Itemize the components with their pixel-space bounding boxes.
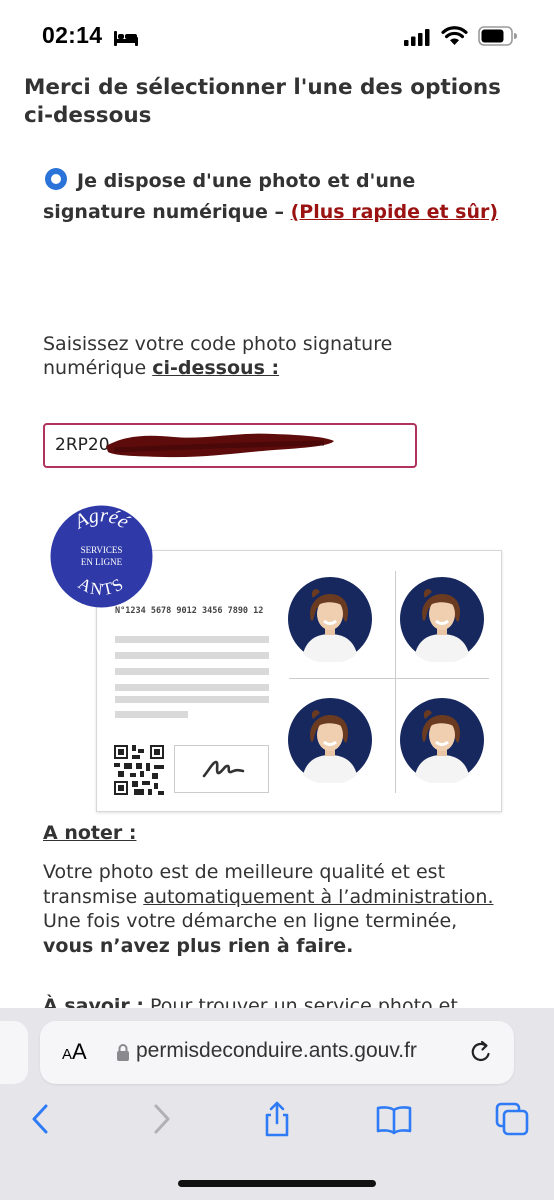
- status-time: 02:14: [42, 22, 103, 48]
- battery-icon: [478, 26, 517, 46]
- bed-icon: [114, 31, 138, 46]
- seal-line1: SERVICES: [81, 545, 123, 555]
- redaction-scribble: [106, 433, 334, 458]
- grid-divider: [395, 571, 396, 793]
- status-bar: 02:14: [0, 0, 554, 72]
- grid-divider: [289, 678, 489, 679]
- portrait-photo-icon: [288, 698, 372, 783]
- back-icon[interactable]: [23, 1101, 59, 1137]
- card-text-line: [115, 696, 269, 703]
- qr-code-icon: [114, 745, 164, 795]
- address-bar[interactable]: AA permisdeconduire.ants.gouv.fr: [40, 1021, 514, 1084]
- note-underlined-text: automatiquement à l’administration.: [143, 885, 494, 908]
- reader-text-size-button[interactable]: AA: [62, 1039, 87, 1065]
- portrait-photo-grid: [288, 551, 503, 813]
- cellular-signal-icon: [404, 29, 430, 46]
- code-prompt-emphasis: ci-dessous :: [152, 357, 280, 379]
- forward-icon[interactable]: [143, 1101, 179, 1137]
- card-text-line: [115, 636, 269, 643]
- tabs-icon[interactable]: [494, 1101, 530, 1137]
- portrait-photo-icon: [288, 577, 372, 662]
- card-text-line: [115, 668, 269, 675]
- code-prompt: Saisissez votre code photo signature num…: [43, 332, 443, 380]
- option-radio-button[interactable]: [45, 168, 67, 190]
- aa-big-letter: A: [72, 1039, 87, 1064]
- signature-box: [174, 745, 269, 793]
- ants-approved-seal: Agréé SERVICES EN LIGNE ANTS: [50, 505, 153, 608]
- note-title: A noter :: [43, 822, 137, 844]
- lock-icon: [117, 1044, 129, 1061]
- portrait-photo-icon: [400, 577, 484, 662]
- wifi-icon: [441, 26, 468, 45]
- faster-safer-link[interactable]: (Plus rapide et sûr): [291, 201, 498, 223]
- reload-icon[interactable]: [468, 1039, 494, 1065]
- aa-small-letter: A: [62, 1046, 73, 1063]
- note-body: Votre photo est de meilleure qualité et …: [43, 860, 513, 958]
- photo-signature-card-illustration: N°1234 5678 9012 3456 7890 12: [96, 550, 502, 812]
- card-text-line: [115, 684, 269, 691]
- note-bold-text: vous n’avez plus rien à faire.: [43, 934, 354, 957]
- card-text-line: [115, 652, 269, 659]
- note-text: Une fois votre démarche en ligne terminé…: [43, 910, 458, 932]
- signature-scribble-icon: [202, 760, 245, 778]
- share-icon[interactable]: [259, 1101, 295, 1137]
- page-heading: Merci de sélectionner l'une des options …: [24, 75, 501, 128]
- previous-tab-peek[interactable]: [0, 1021, 28, 1084]
- bookmarks-icon[interactable]: [376, 1101, 412, 1137]
- photo-signature-option[interactable]: Je dispose d'une photo et d'une signatur…: [43, 166, 503, 228]
- card-text-line: [115, 711, 188, 718]
- url-text: permisdeconduire.ants.gouv.fr: [136, 1039, 417, 1062]
- code-input-value: 2RP20: [55, 435, 110, 455]
- seal-line2: EN LIGNE: [81, 557, 123, 567]
- home-indicator[interactable]: [178, 1180, 376, 1187]
- portrait-photo-icon: [400, 698, 484, 783]
